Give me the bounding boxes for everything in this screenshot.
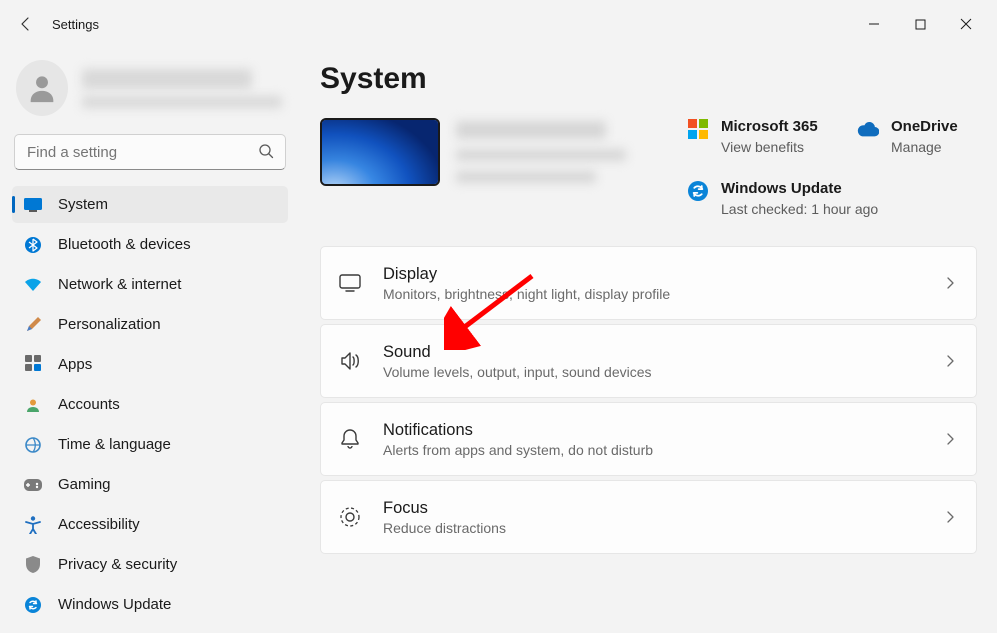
update-sync-icon xyxy=(24,596,42,614)
sidebar: System Bluetooth & devices Network & int… xyxy=(0,48,300,633)
window-title: Settings xyxy=(52,17,99,32)
sidebar-nav: System Bluetooth & devices Network & int… xyxy=(12,186,288,623)
chevron-right-icon xyxy=(944,355,956,367)
card-display[interactable]: Display Monitors, brightness, night ligh… xyxy=(320,246,977,320)
content: System Microsoft 365 View benefits xyxy=(300,48,997,633)
close-button[interactable] xyxy=(943,8,989,40)
user-block[interactable] xyxy=(12,56,288,134)
nav-accounts[interactable]: Accounts xyxy=(12,386,288,423)
chevron-right-icon xyxy=(944,433,956,445)
focus-icon xyxy=(337,504,363,530)
wallpaper-thumb xyxy=(322,120,438,184)
bell-icon xyxy=(337,426,363,452)
wifi-icon xyxy=(24,276,42,294)
accounts-icon xyxy=(24,396,42,414)
promo-ms365[interactable]: Microsoft 365 View benefits xyxy=(687,118,847,156)
promo-title: OneDrive xyxy=(891,118,958,136)
promo-windows-update[interactable]: Windows Update Last checked: 1 hour ago xyxy=(687,180,977,218)
update-sync-icon xyxy=(687,180,709,202)
maximize-button[interactable] xyxy=(897,8,943,40)
accessibility-icon xyxy=(24,516,42,534)
maximize-icon xyxy=(915,19,926,30)
nav-label: Personalization xyxy=(58,316,161,333)
back-button[interactable] xyxy=(8,6,44,42)
paintbrush-icon xyxy=(24,316,42,334)
nav-system[interactable]: System xyxy=(12,186,288,223)
promo-sub: Last checked: 1 hour ago xyxy=(721,200,878,218)
card-notifications[interactable]: Notifications Alerts from apps and syste… xyxy=(320,402,977,476)
promo-grid: Microsoft 365 View benefits OneDrive Man… xyxy=(687,118,977,218)
card-sub: Reduce distractions xyxy=(383,520,924,536)
card-title: Focus xyxy=(383,499,924,518)
nav-label: System xyxy=(58,196,108,213)
nav-label: Gaming xyxy=(58,476,111,493)
promo-sub: View benefits xyxy=(721,138,818,156)
card-sound[interactable]: Sound Volume levels, output, input, soun… xyxy=(320,324,977,398)
system-icon xyxy=(24,196,42,214)
nav-label: Bluetooth & devices xyxy=(58,236,191,253)
card-sub: Volume levels, output, input, sound devi… xyxy=(383,364,924,380)
card-title: Sound xyxy=(383,343,924,362)
promo-onedrive[interactable]: OneDrive Manage xyxy=(857,118,977,156)
search-wrap xyxy=(12,134,288,170)
gamepad-icon xyxy=(24,476,42,494)
microsoft-365-icon xyxy=(687,118,709,140)
display-icon xyxy=(337,270,363,296)
settings-card-list: Display Monitors, brightness, night ligh… xyxy=(320,246,977,554)
nav-privacy[interactable]: Privacy & security xyxy=(12,546,288,583)
shield-icon xyxy=(24,556,42,574)
nav-label: Accounts xyxy=(58,396,120,413)
search-input[interactable] xyxy=(14,134,286,170)
nav-gaming[interactable]: Gaming xyxy=(12,466,288,503)
promo-title: Windows Update xyxy=(721,180,878,198)
page-title: System xyxy=(320,62,977,96)
nav-label: Time & language xyxy=(58,436,171,453)
nav-network[interactable]: Network & internet xyxy=(12,266,288,303)
onedrive-icon xyxy=(857,118,879,140)
close-icon xyxy=(960,18,972,30)
card-title: Notifications xyxy=(383,421,924,440)
person-icon xyxy=(25,71,59,105)
nav-windows-update[interactable]: Windows Update xyxy=(12,586,288,623)
minimize-button[interactable] xyxy=(851,8,897,40)
sound-icon xyxy=(337,348,363,374)
card-title: Display xyxy=(383,265,924,284)
device-name-redacted xyxy=(456,118,640,186)
nav-label: Windows Update xyxy=(58,596,171,613)
minimize-icon xyxy=(868,18,880,30)
card-focus[interactable]: Focus Reduce distractions xyxy=(320,480,977,554)
nav-bluetooth[interactable]: Bluetooth & devices xyxy=(12,226,288,263)
device-info-row: Microsoft 365 View benefits OneDrive Man… xyxy=(320,118,977,218)
nav-label: Accessibility xyxy=(58,516,140,533)
chevron-right-icon xyxy=(944,277,956,289)
bluetooth-icon xyxy=(24,236,42,254)
nav-label: Network & internet xyxy=(58,276,181,293)
nav-time-language[interactable]: Time & language xyxy=(12,426,288,463)
avatar xyxy=(16,60,68,116)
arrow-left-icon xyxy=(18,16,34,32)
display-preview[interactable] xyxy=(320,118,440,186)
nav-label: Apps xyxy=(58,356,92,373)
chevron-right-icon xyxy=(944,511,956,523)
card-sub: Alerts from apps and system, do not dist… xyxy=(383,442,924,458)
user-text-redacted xyxy=(82,69,282,108)
window-controls xyxy=(851,8,989,40)
nav-personalization[interactable]: Personalization xyxy=(12,306,288,343)
promo-sub: Manage xyxy=(891,138,958,156)
apps-icon xyxy=(24,356,42,374)
titlebar: Settings xyxy=(0,0,997,48)
search-icon xyxy=(258,143,274,159)
globe-clock-icon xyxy=(24,436,42,454)
promo-title: Microsoft 365 xyxy=(721,118,818,136)
nav-accessibility[interactable]: Accessibility xyxy=(12,506,288,543)
nav-apps[interactable]: Apps xyxy=(12,346,288,383)
card-sub: Monitors, brightness, night light, displ… xyxy=(383,286,924,302)
nav-label: Privacy & security xyxy=(58,556,177,573)
